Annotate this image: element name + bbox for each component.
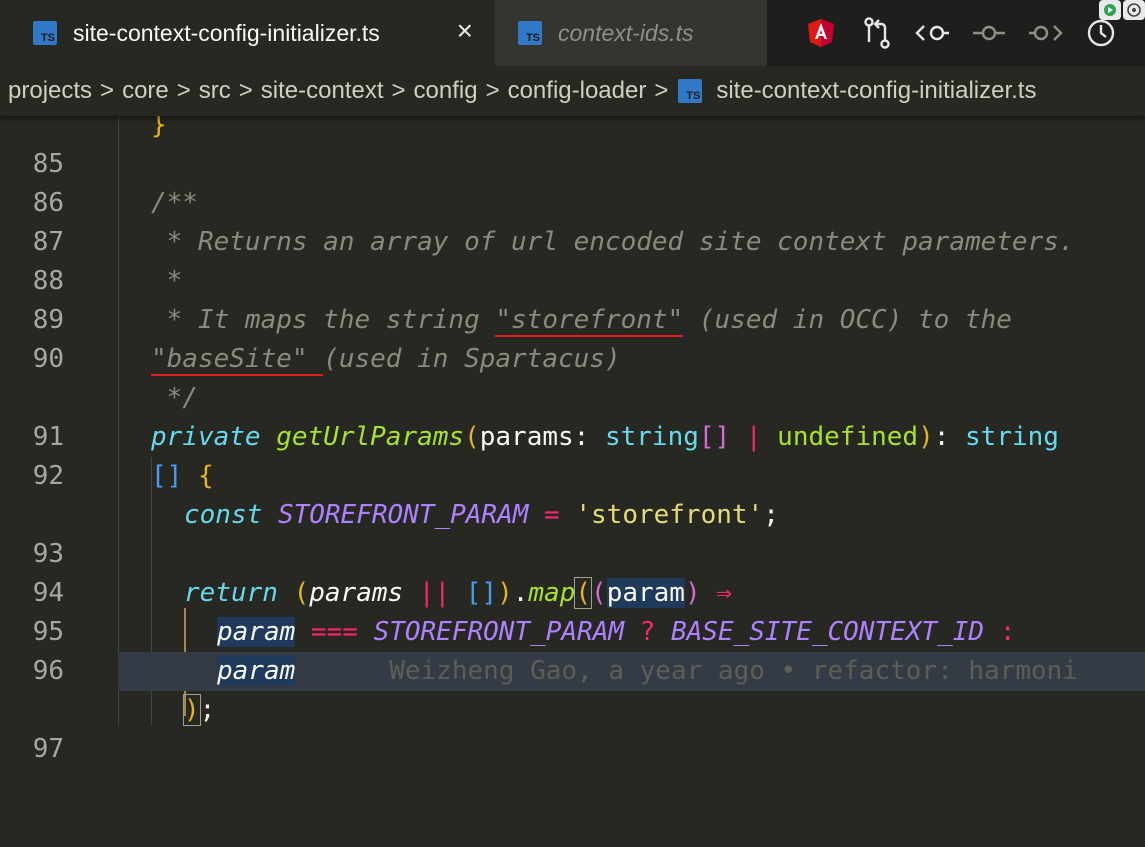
chevron-right-icon: > bbox=[391, 77, 406, 104]
code-line-95: 95 return (params || []).map((param) ⇒ bbox=[0, 574, 1145, 647]
run-icon[interactable] bbox=[1099, 0, 1121, 20]
breadcrumb-item-src[interactable]: src bbox=[191, 77, 231, 105]
source-control-compare-icon[interactable] bbox=[849, 5, 905, 61]
chevron-right-icon: > bbox=[238, 77, 253, 104]
breadcrumb: projects > core > src > site-context > c… bbox=[0, 66, 1145, 116]
comment: (used in Spartacus) bbox=[323, 344, 621, 374]
code-line-97: 97 ); bbox=[0, 691, 1145, 764]
code-line-89: 89 * bbox=[0, 262, 1145, 335]
type: undefined bbox=[777, 422, 919, 452]
breadcrumb-item-config-loader[interactable]: config-loader bbox=[500, 77, 647, 105]
type: string bbox=[965, 422, 1059, 452]
comment: */ bbox=[151, 383, 198, 413]
code-line-94: 94 bbox=[0, 535, 1145, 608]
type: string bbox=[604, 422, 699, 452]
constant: STOREFRONT_PARAM bbox=[277, 500, 529, 530]
code-line-96-wrap: param Weizheng Gao, a year ago • refacto… bbox=[0, 652, 1145, 691]
typescript-file-icon: TS bbox=[678, 79, 703, 103]
comment: (used in OCC) to the bbox=[683, 305, 1012, 335]
parameter: param bbox=[606, 578, 685, 608]
constant: STOREFRONT_PARAM bbox=[373, 617, 625, 647]
code-line-91: 91 */ bbox=[0, 379, 1145, 452]
parameter: param bbox=[217, 656, 296, 686]
comment: * It maps the string bbox=[151, 305, 496, 335]
parameter: param bbox=[217, 617, 296, 647]
breadcrumb-file-label: site-context-config-initializer.ts bbox=[716, 77, 1037, 104]
code-line-86: 86 bbox=[0, 145, 1145, 218]
close-icon[interactable]: × bbox=[457, 17, 473, 45]
comment: * bbox=[151, 266, 183, 296]
tab-context-ids[interactable]: TS context-ids.ts bbox=[495, 0, 767, 66]
line-number: 97 bbox=[32, 734, 64, 764]
tab-bar: TS site-context-config-initializer.ts × … bbox=[0, 0, 1145, 66]
typescript-file-icon: TS bbox=[33, 21, 57, 45]
go-forward-icon[interactable] bbox=[1017, 5, 1073, 61]
tab-label: site-context-config-initializer.ts bbox=[73, 19, 380, 46]
code-line-93: 93 const STOREFRONT_PARAM = 'storefront'… bbox=[0, 496, 1145, 569]
comment: * Returns an array of url encoded site c… bbox=[151, 227, 1075, 257]
spellcheck-underline: "baseSite" bbox=[151, 344, 324, 376]
tab-site-context-config-initializer[interactable]: TS site-context-config-initializer.ts × bbox=[0, 0, 495, 66]
breadcrumb-item-projects[interactable]: projects bbox=[0, 77, 92, 105]
breadcrumb-item-core[interactable]: core bbox=[114, 77, 169, 105]
code-line-92-wrap: [] { bbox=[151, 461, 214, 491]
copilot-icon[interactable] bbox=[1123, 0, 1145, 20]
editor-actions bbox=[767, 0, 1129, 66]
string-literal: 'storefront' bbox=[575, 500, 764, 530]
chevron-right-icon: > bbox=[100, 77, 115, 104]
keyword: private bbox=[151, 422, 261, 452]
keyword: return bbox=[184, 578, 278, 608]
code-line-96: 96 param === STOREFRONT_PARAM ? BASE_SIT… bbox=[0, 613, 1145, 686]
parameter: params bbox=[479, 422, 574, 452]
operator: === bbox=[310, 617, 358, 647]
extension-badges bbox=[1099, 0, 1145, 20]
code-editor[interactable]: 85 } 86 87 /** 88 * Returns an array of … bbox=[0, 106, 1145, 764]
commit-icon[interactable] bbox=[961, 5, 1017, 61]
breadcrumb-item-file[interactable]: TS site-context-config-initializer.ts bbox=[668, 77, 1036, 105]
variable: params bbox=[309, 578, 404, 608]
code-line-90: 90 * It maps the string "storefront" (us… bbox=[0, 301, 1145, 374]
keyword: const bbox=[184, 500, 263, 530]
angular-icon[interactable] bbox=[793, 5, 849, 61]
chevron-right-icon: > bbox=[485, 77, 500, 104]
tab-label: context-ids.ts bbox=[558, 19, 694, 46]
breadcrumb-item-config[interactable]: config bbox=[406, 77, 478, 105]
chevron-right-icon: > bbox=[654, 77, 669, 104]
code-line-87: 87 /** bbox=[0, 184, 1145, 257]
breadcrumb-item-site-context[interactable]: site-context bbox=[253, 77, 384, 105]
comment: /** bbox=[151, 188, 198, 218]
method-name: map bbox=[528, 578, 576, 608]
code-line-92: 92 private getUrlParams(params: string[]… bbox=[0, 418, 1145, 491]
function-name: getUrlParams bbox=[276, 422, 465, 452]
spellcheck-underline: "storefront" bbox=[495, 305, 684, 337]
code-line-90-wrap: "baseSite" (used in Spartacus) bbox=[0, 340, 1145, 379]
git-blame-annotation: Weizheng Gao, a year ago • refactor: har… bbox=[389, 656, 1078, 686]
chevron-right-icon: > bbox=[176, 77, 191, 104]
go-back-icon[interactable] bbox=[905, 5, 961, 61]
constant: BASE_SITE_CONTEXT_ID bbox=[670, 617, 985, 647]
code-line-88: 88 * Returns an array of url encoded sit… bbox=[0, 223, 1145, 296]
typescript-file-icon: TS bbox=[518, 21, 542, 45]
